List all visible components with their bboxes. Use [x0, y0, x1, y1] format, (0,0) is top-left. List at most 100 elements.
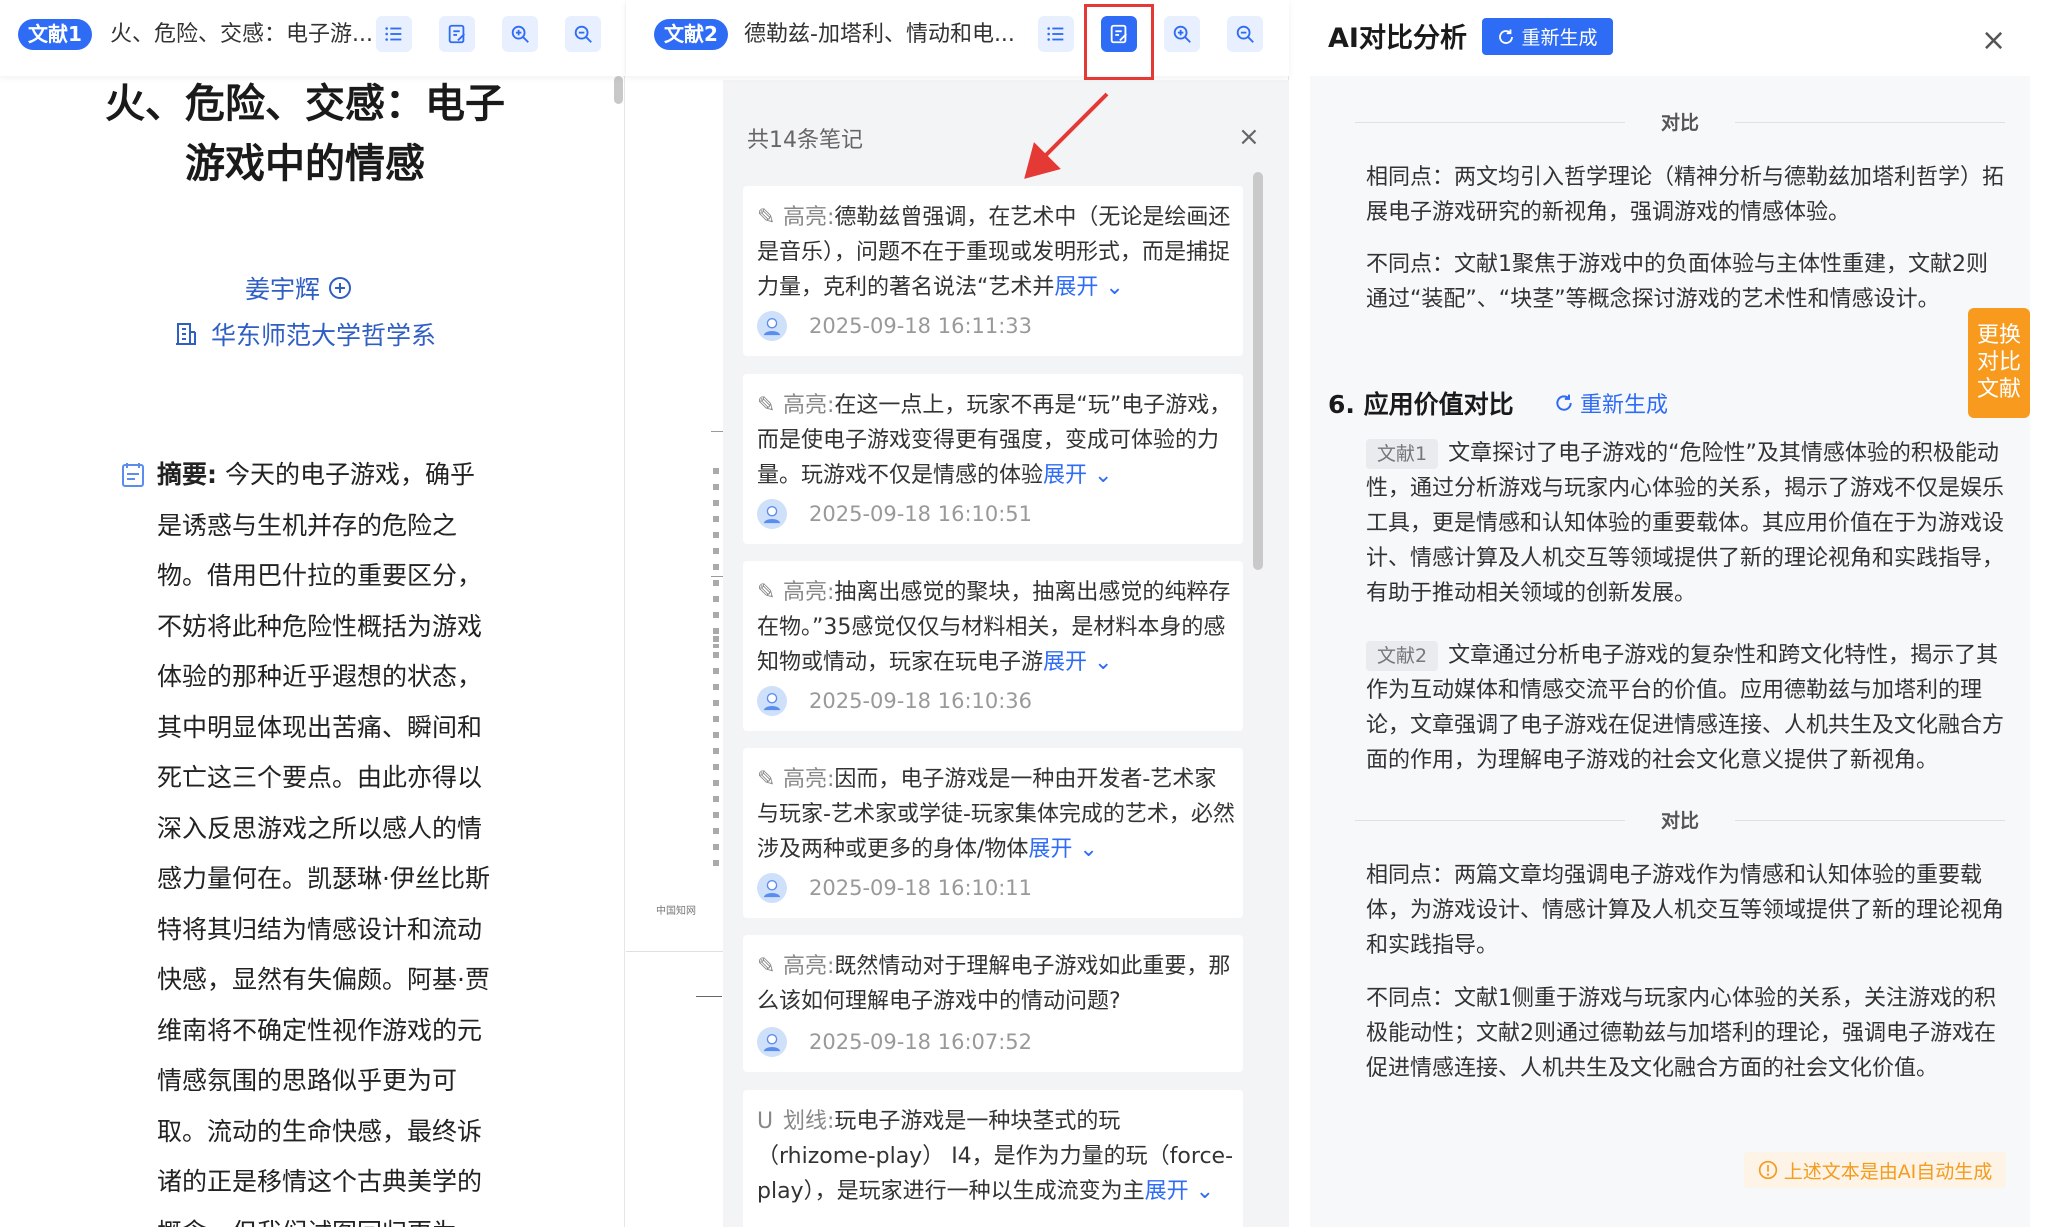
- ai-generated-notice: 上述文本是由AI自动生成: [1744, 1152, 2006, 1188]
- note-timestamp: 2025-09-18 16:10:36: [809, 689, 1033, 713]
- compare-diff-2: 不同点：文献1侧重于游戏与玩家内心体验的关系，关注游戏的积极能动性；文献2则通过…: [1366, 986, 1996, 1081]
- note-type: 高亮:: [783, 767, 835, 792]
- abstract-label: 摘要:: [157, 460, 217, 489]
- note-text: ✎ 高亮:因而，电子游戏是一种由开发者-艺术家与玩家-艺术家或学徒-玩家集体完成的…: [757, 762, 1237, 867]
- outline-button[interactable]: [376, 16, 412, 52]
- avatar-icon: [757, 1027, 787, 1057]
- regenerate-label: 重新生成: [1521, 27, 1598, 49]
- affiliation-name[interactable]: 华东师范大学哲学系: [211, 316, 436, 352]
- section-regenerate-label: 重新生成: [1580, 393, 1669, 418]
- note-meta: 2025-09-18 16:07:52: [757, 1027, 1032, 1057]
- note-expand-label: 展开: [1043, 463, 1088, 488]
- abstract-text: 今天的电子游戏，确乎是诱惑与生机并存的危险之物。借用巴什拉的重要区分，不妨将此种…: [157, 460, 490, 1227]
- compare-diff-1: 不同点：文献1聚焦于游戏中的负面体验与主体性重建，文献2则通过“装配”、“块茎”…: [1366, 252, 1988, 312]
- note-expand-button[interactable]: 展开 ⌄: [1145, 1179, 1214, 1204]
- annotation-highlight-box: [1084, 4, 1154, 80]
- outline-button[interactable]: [1038, 16, 1074, 52]
- list-icon: [385, 27, 402, 41]
- note-expand-button[interactable]: 展开 ⌄: [1028, 837, 1097, 862]
- avatar-icon: [757, 499, 787, 529]
- zoom-in-icon: [511, 25, 529, 43]
- note-text: ✎ 高亮:抽离出感觉的聚块，抽离出感觉的纯粹存在物。”35感觉仅仅与材料相关，是材…: [757, 575, 1237, 680]
- doc1-title[interactable]: 火、危险、交感：电子游...: [110, 18, 378, 52]
- note-text: U 划线:玩电子游戏是一种块茎式的玩（rhizome-play） I4，是作为力量…: [757, 1104, 1237, 1209]
- note-expand-button[interactable]: 展开 ⌄: [1054, 275, 1123, 300]
- zoom-out-icon: [574, 25, 592, 43]
- compare-divider: 对比: [1355, 108, 2005, 135]
- doc1-pane: 文献1 火、危险、交感：电子游... 火、危险、交感：电子游戏中的情感 姜宇辉 …: [0, 0, 625, 1227]
- note-expand-label: 展开: [1043, 650, 1088, 675]
- note-type: 划线:: [783, 1109, 835, 1134]
- note-timestamp: 2025-09-18 16:11:33: [809, 314, 1033, 338]
- section-regenerate-button[interactable]: 重新生成: [1554, 387, 1668, 419]
- doc1-scrollbar[interactable]: [614, 76, 623, 104]
- section-title: 6. 应用价值对比: [1328, 390, 1514, 419]
- note-expand-button[interactable]: 展开 ⌄: [1043, 463, 1112, 488]
- note-card[interactable]: ✎ 高亮:德勒兹曾强调，在艺术中（无论是绘画还是音乐），问题不在于重现或发明形式，…: [743, 186, 1243, 356]
- list-icon: [1047, 27, 1064, 41]
- doc2-tag[interactable]: 文献2: [654, 19, 728, 50]
- note-meta: 2025-09-18 16:11:33: [757, 311, 1032, 341]
- ai-close-icon[interactable]: ×: [1981, 26, 2006, 56]
- ai-body: 对比 相同点：两文均引入哲学理论（精神分析与德勒兹加塔利哲学）拓展电子游戏研究的…: [1310, 76, 2030, 1227]
- note-card[interactable]: ✎ 高亮:因而，电子游戏是一种由开发者-艺术家与玩家-艺术家或学徒-玩家集体完成的…: [743, 748, 1243, 918]
- regenerate-button[interactable]: 重新生成: [1482, 18, 1613, 55]
- cite1-tag[interactable]: 文献1: [1366, 439, 1439, 469]
- abstract: 摘要: 今天的电子游戏，确乎是诱惑与生机并存的危险之物。借用巴什拉的重要区分，不…: [157, 450, 497, 1227]
- chevron-down-icon: ⌄: [1087, 650, 1113, 675]
- note-type: 高亮:: [783, 205, 835, 230]
- note-expand-label: 展开: [1144, 1179, 1189, 1204]
- note-card[interactable]: ✎ 高亮:既然情动对于理解电子游戏如此重要，那么该如何理解电子游戏中的情动问题? 2…: [743, 935, 1243, 1072]
- note-expand-button[interactable]: 展开 ⌄: [1043, 650, 1112, 675]
- zoom-in-button[interactable]: [1164, 16, 1200, 52]
- zoom-in-button[interactable]: [502, 16, 538, 52]
- note-meta: 2025-09-18 16:10:11: [757, 873, 1032, 903]
- note-card[interactable]: ✎ 高亮:在这一点上，玩家不再是“玩”电子游戏，而是使电子游戏变得更有强度，变成可…: [743, 374, 1243, 544]
- doc2-title[interactable]: 德勒兹-加塔利、情动和电...: [744, 18, 1036, 52]
- add-circle-icon[interactable]: [328, 276, 352, 300]
- compare-same-1: 相同点：两文均引入哲学理论（精神分析与德勒兹加塔利哲学）拓展电子游戏研究的新视角…: [1366, 165, 2005, 225]
- note-icon: [448, 24, 465, 44]
- note-type: 高亮:: [783, 580, 835, 605]
- annotation-arrow-icon: [1024, 92, 1109, 179]
- note-type: 高亮:: [783, 954, 835, 979]
- notes-scrollbar[interactable]: [1253, 172, 1263, 570]
- note-type: 高亮:: [783, 393, 835, 418]
- avatar-icon: [757, 311, 787, 341]
- ai-pane: AI对比分析 重新生成 × 对比 相同点：两文均引入哲学理论（精神分析与德勒兹加…: [1290, 0, 2048, 1227]
- chevron-down-icon: ⌄: [1188, 1179, 1215, 1204]
- author[interactable]: 姜宇辉: [245, 270, 352, 306]
- note-meta: 2025-09-18 16:10:51: [757, 499, 1032, 529]
- notes-panel: 共14条笔记 × ✎ 高亮:德勒兹曾强调，在艺术中（无论是绘画还是音乐），问题不在…: [723, 80, 1289, 1227]
- cite1-paragraph: 文献1 文章探讨了电子游戏的“危险性”及其情感体验的积极能动性，通过分析游戏与玩家…: [1366, 436, 2006, 611]
- note-expand-label: 展开: [1054, 275, 1099, 300]
- cite2-tag[interactable]: 文献2: [1366, 641, 1439, 671]
- chevron-down-icon: ⌄: [1098, 275, 1124, 300]
- notes-button[interactable]: [439, 16, 475, 52]
- document-icon: [122, 463, 144, 487]
- note-card[interactable]: ✎ 高亮:抽离出感觉的聚块，抽离出感觉的纯粹存在物。”35感觉仅仅与材料相关，是材…: [743, 561, 1243, 731]
- notes-count: 共14条笔记: [747, 128, 863, 153]
- zoom-in-icon: [1173, 25, 1191, 43]
- doc2-toolbar: 文献2 德勒兹-加塔利、情动和电...: [626, 0, 1289, 76]
- zoom-out-button[interactable]: [1227, 16, 1263, 52]
- zoom-out-button[interactable]: [565, 16, 601, 52]
- author-name[interactable]: 姜宇辉: [245, 270, 320, 306]
- swap-compare-doc-button[interactable]: 更换对比文献: [1968, 308, 2030, 418]
- pen-icon: ✎: [757, 205, 776, 230]
- cite1-text: 文章探讨了电子游戏的“危险性”及其情感体验的积极能动性，通过分析游戏与玩家内心体…: [1366, 441, 2005, 606]
- building-icon: [176, 323, 196, 345]
- affiliation[interactable]: 华东师范大学哲学系: [175, 316, 436, 352]
- underline-icon: U: [757, 1109, 774, 1134]
- note-meta: 2025-09-18 16:10:36: [757, 686, 1032, 716]
- refresh-icon: [1556, 394, 1572, 411]
- doc1-tag[interactable]: 文献1: [18, 19, 92, 50]
- refresh-icon: [1499, 29, 1514, 44]
- note-text: ✎ 高亮:在这一点上，玩家不再是“玩”电子游戏，而是使电子游戏变得更有强度，变成可…: [757, 388, 1237, 493]
- pen-icon: ✎: [757, 954, 776, 979]
- note-card[interactable]: U 划线:玩电子游戏是一种块茎式的玩（rhizome-play） I4，是作为力量…: [743, 1090, 1243, 1227]
- underlay-source: 中国知网: [656, 906, 696, 917]
- zoom-out-icon: [1236, 25, 1254, 43]
- notes-close-icon[interactable]: ×: [1238, 124, 1260, 150]
- compare-same-2: 相同点：两篇文章均强调电子游戏作为情感和认知体验的重要载体，为游戏设计、情感计算…: [1366, 863, 2005, 958]
